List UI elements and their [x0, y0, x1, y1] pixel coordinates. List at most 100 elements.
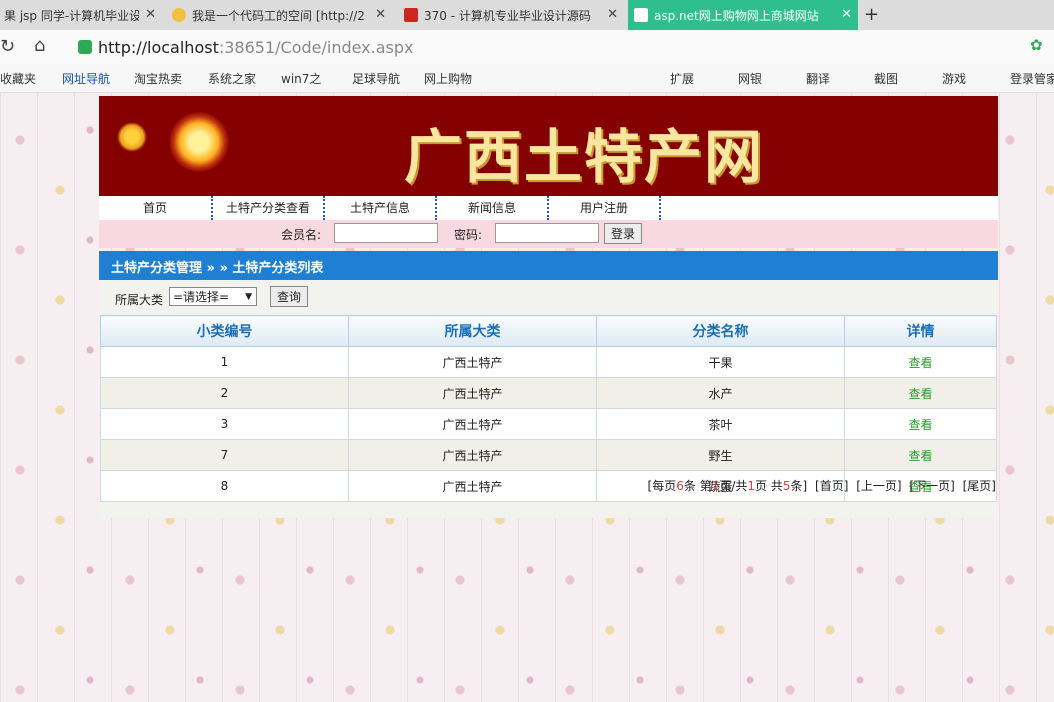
page-container: 广西土特产网 首页 土特产分类查看 土特产信息 新闻信息 用户注册 会员名: 密… [99, 96, 998, 518]
pager-text: 条] [790, 479, 808, 493]
cell-category: 广西土特产 [348, 470, 597, 502]
bookmark-football[interactable]: 足球导航 [352, 70, 400, 87]
col-header-name: 分类名称 [596, 315, 845, 347]
cell-detail: 查看 [844, 439, 997, 471]
tab-title: 我是一个代码工的空间 [http://2 [192, 8, 365, 23]
reload-icon[interactable]: ↻ [0, 36, 15, 57]
pager-text: 条 第 [683, 479, 712, 493]
firework-decoration-icon [169, 112, 229, 172]
nav-register[interactable]: 用户注册 [549, 196, 661, 220]
browser-tab-1[interactable]: 果 jsp 同学-计算机毕业设 ✕ [0, 0, 162, 30]
bookmark-favorites[interactable]: 收藏夹 [0, 70, 36, 87]
pager-total-pages: 1 [747, 479, 756, 493]
nav-news[interactable]: 新闻信息 [437, 196, 549, 220]
ext-extensions[interactable]: 扩展 [670, 70, 694, 87]
cell-id: 1 [100, 346, 349, 378]
category-table: 小类编号 所属大类 分类名称 详情 1 广西土特产 干果 查看 2 广西土特产 … [100, 315, 997, 502]
view-link[interactable]: 查看 [908, 356, 932, 370]
cell-category: 广西土特产 [348, 377, 597, 409]
password-label: 密码: [454, 228, 483, 242]
pager-total-records: 5 [782, 479, 791, 493]
refresh-spinner-icon[interactable]: ✿ [1030, 36, 1043, 54]
col-header-detail: 详情 [844, 315, 997, 347]
browser-tab-2[interactable]: 我是一个代码工的空间 [http://2 ✕ [166, 0, 392, 30]
site-favicon-icon [404, 8, 418, 22]
login-button[interactable]: 登录 [604, 223, 643, 244]
pager-first[interactable]: [首页] [815, 479, 848, 493]
cell-name: 野生 [596, 439, 845, 471]
password-input[interactable] [495, 223, 599, 243]
cell-name: 茶叶 [596, 408, 845, 440]
nav-home[interactable]: 首页 [99, 196, 213, 220]
tab-title: 370 - 计算机专业毕业设计源码 [424, 8, 591, 23]
pagination: [每页6条 第1页/共1页 共5条] [首页] [上一页] [下一页] [尾页] [648, 477, 996, 494]
category-list-panel: 所属大类 =请选择= ▼ 查询 小类编号 所属大类 分类名称 详情 1 广西土特… [99, 280, 998, 518]
table-row: 7 广西土特产 野生 查看 [100, 439, 997, 471]
cell-detail: 查看 [844, 346, 997, 378]
cell-id: 2 [100, 377, 349, 409]
bookmark-shopping[interactable]: 网上购物 [424, 70, 472, 87]
section-title: 土特产分类管理 » » 土特产分类列表 [111, 261, 324, 276]
ext-bank[interactable]: 网银 [738, 70, 762, 87]
pager-next[interactable]: [下一页] [909, 479, 954, 493]
category-select-value: =请选择= [173, 290, 230, 304]
view-link[interactable]: 查看 [908, 418, 932, 432]
cell-detail: 查看 [844, 408, 997, 440]
browser-tab-bar: 果 jsp 同学-计算机毕业设 ✕ 我是一个代码工的空间 [http://2 ✕… [0, 0, 1054, 30]
view-link[interactable]: 查看 [908, 449, 932, 463]
site-title: 广西土特产网 [404, 123, 765, 191]
username-input[interactable] [334, 223, 438, 243]
close-icon[interactable]: ✕ [145, 7, 156, 22]
bookmarks-bar: 收藏夹 网址导航 淘宝热卖 系统之家 win7之 足球导航 网上购物 扩展 网银… [0, 64, 1054, 93]
home-icon[interactable]: ⌂ [34, 35, 45, 56]
table-row: 2 广西土特产 水产 查看 [100, 377, 997, 409]
filter-label: 所属大类 [115, 293, 164, 307]
username-label: 会员名: [281, 228, 322, 242]
close-icon[interactable]: ✕ [375, 7, 386, 22]
pager-per-page: 6 [676, 479, 684, 493]
bookmark-system[interactable]: 系统之家 [208, 70, 256, 87]
close-icon[interactable]: ✕ [607, 7, 618, 22]
bookmark-win7[interactable]: win7之 [281, 70, 321, 87]
new-tab-icon[interactable]: + [864, 4, 879, 25]
ext-screenshot[interactable]: 截图 [874, 70, 898, 87]
close-icon[interactable]: ✕ [841, 7, 852, 22]
browser-tab-4-active[interactable]: asp.net网上购物网上商城网站 ✕ [628, 0, 858, 30]
main-nav: 首页 土特产分类查看 土特产信息 新闻信息 用户注册 [99, 196, 998, 220]
firework-decoration-icon [117, 122, 147, 152]
site-banner: 广西土特产网 [99, 96, 998, 196]
url-path: :38651/Code/index.aspx [218, 37, 414, 57]
bookmark-nav[interactable]: 网址导航 [62, 70, 110, 87]
ext-translate[interactable]: 翻译 [806, 70, 830, 87]
table-row: 1 广西土特产 干果 查看 [100, 346, 997, 378]
cell-category: 广西土特产 [348, 439, 597, 471]
cell-id: 7 [100, 439, 349, 471]
browser-tab-3[interactable]: 370 - 计算机专业毕业设计源码 ✕ [398, 0, 624, 30]
col-header-category: 所属大类 [348, 315, 597, 347]
ext-games[interactable]: 游戏 [942, 70, 966, 87]
bookmark-taobao[interactable]: 淘宝热卖 [134, 70, 182, 87]
login-bar: 会员名: 密码: 登录 [99, 220, 998, 248]
query-button[interactable]: 查询 [270, 286, 309, 307]
cell-id: 3 [100, 408, 349, 440]
cell-id: 8 [100, 470, 349, 502]
view-link[interactable]: 查看 [908, 387, 932, 401]
pager-prev[interactable]: [上一页] [856, 479, 901, 493]
tab-title: asp.net网上购物网上商城网站 [654, 8, 819, 23]
section-header: 土特产分类管理 » » 土特产分类列表 [99, 251, 998, 280]
table-row: 3 广西土特产 茶叶 查看 [100, 408, 997, 440]
category-select[interactable]: =请选择= ▼ [169, 287, 257, 306]
col-header-id: 小类编号 [100, 315, 349, 347]
address-bar[interactable]: http://localhost :38651/Code/index.aspx [70, 34, 1030, 60]
pager-last[interactable]: [尾页] [963, 479, 996, 493]
cell-name: 水产 [596, 377, 845, 409]
pager-text: [每页 [647, 479, 677, 493]
ext-login[interactable]: 登录管家 [1010, 70, 1054, 87]
cell-name: 干果 [596, 346, 845, 378]
nav-products[interactable]: 土特产信息 [325, 196, 437, 220]
pager-text: 页 共 [755, 479, 783, 493]
nav-category[interactable]: 土特产分类查看 [213, 196, 325, 220]
page-icon [634, 8, 648, 22]
cell-detail: 查看 [844, 377, 997, 409]
shield-icon [78, 40, 92, 54]
